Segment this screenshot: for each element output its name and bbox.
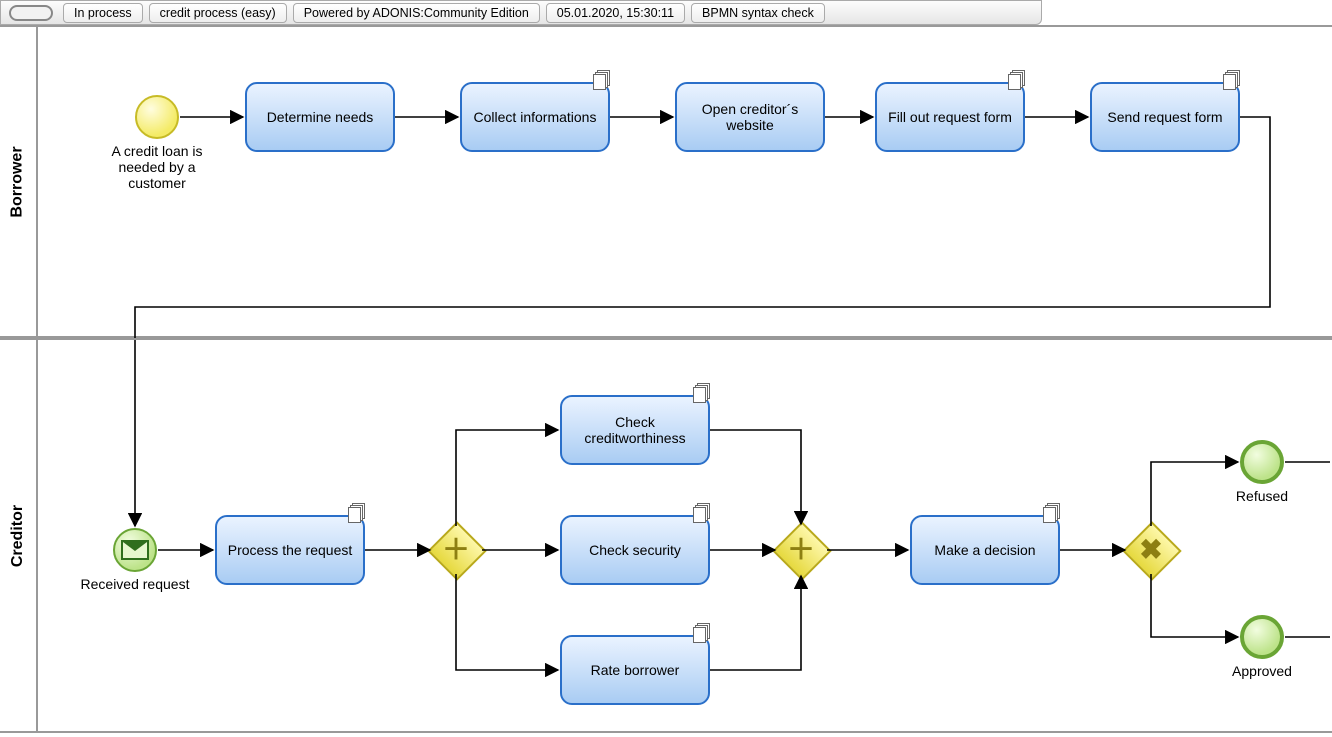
toolbar: In process credit process (easy) Powered… — [0, 0, 1042, 25]
task-label: Check creditworthiness — [568, 414, 702, 446]
start-event-icon — [135, 95, 179, 139]
toolbar-handle-icon — [9, 5, 53, 21]
document-marker-icon — [692, 383, 710, 401]
document-marker-icon — [1042, 503, 1060, 521]
powered-by-button[interactable]: Powered by ADONIS:Community Edition — [293, 3, 540, 23]
task-label: Check security — [589, 542, 681, 558]
document-marker-icon — [692, 503, 710, 521]
lane-creditor: Creditor Received request Process the re… — [0, 338, 1332, 733]
lane-label-creditor: Creditor — [0, 340, 38, 731]
end-event-label: Refused — [1202, 488, 1322, 504]
status-button[interactable]: In process — [63, 3, 143, 23]
message-event-label: Received request — [75, 576, 195, 592]
plus-icon: ＋ — [430, 524, 482, 576]
message-event-icon — [113, 528, 157, 572]
start-event-label: A credit loan is needed by a customer — [107, 143, 207, 191]
end-event-label: Approved — [1202, 663, 1322, 679]
document-marker-icon — [692, 623, 710, 641]
task-open-website[interactable]: Open creditor´s website — [675, 82, 825, 152]
task-label: Collect informations — [474, 109, 597, 125]
parallel-gateway-split[interactable]: ＋ — [430, 524, 482, 576]
task-collect-informations[interactable]: Collect informations — [460, 82, 610, 152]
document-marker-icon — [592, 70, 610, 88]
task-label: Open creditor´s website — [683, 101, 817, 133]
exclusive-gateway[interactable]: ✖ — [1125, 524, 1177, 576]
task-label: Rate borrower — [591, 662, 680, 678]
lane-label-creditor-text: Creditor — [9, 504, 27, 566]
task-label: Send request form — [1107, 109, 1222, 125]
document-marker-icon — [1007, 70, 1025, 88]
task-process-request[interactable]: Process the request — [215, 515, 365, 585]
end-event-icon — [1240, 440, 1284, 484]
lane-borrower: Borrower A credit loan is needed by a cu… — [0, 25, 1332, 338]
syntax-check-button[interactable]: BPMN syntax check — [691, 3, 825, 23]
task-determine-needs[interactable]: Determine needs — [245, 82, 395, 152]
end-event-approved[interactable]: Approved — [1240, 615, 1284, 659]
model-name-button[interactable]: credit process (easy) — [149, 3, 287, 23]
cross-icon: ✖ — [1125, 524, 1177, 576]
task-label: Process the request — [228, 542, 353, 558]
document-marker-icon — [347, 503, 365, 521]
start-event[interactable]: A credit loan is needed by a customer — [135, 95, 179, 139]
task-make-decision[interactable]: Make a decision — [910, 515, 1060, 585]
lane-label-borrower: Borrower — [0, 27, 38, 336]
message-start-event[interactable]: Received request — [113, 528, 157, 572]
document-marker-icon — [1222, 70, 1240, 88]
end-event-refused[interactable]: Refused — [1240, 440, 1284, 484]
task-send-form[interactable]: Send request form — [1090, 82, 1240, 152]
task-check-creditworthiness[interactable]: Check creditworthiness — [560, 395, 710, 465]
task-rate-borrower[interactable]: Rate borrower — [560, 635, 710, 705]
timestamp-button[interactable]: 05.01.2020, 15:30:11 — [546, 3, 685, 23]
end-event-icon — [1240, 615, 1284, 659]
task-label: Fill out request form — [888, 109, 1012, 125]
task-fill-form[interactable]: Fill out request form — [875, 82, 1025, 152]
task-label: Determine needs — [267, 109, 374, 125]
task-label: Make a decision — [934, 542, 1035, 558]
plus-icon: ＋ — [775, 524, 827, 576]
lane-label-borrower-text: Borrower — [9, 146, 27, 217]
task-check-security[interactable]: Check security — [560, 515, 710, 585]
envelope-icon — [121, 540, 149, 560]
parallel-gateway-join[interactable]: ＋ — [775, 524, 827, 576]
